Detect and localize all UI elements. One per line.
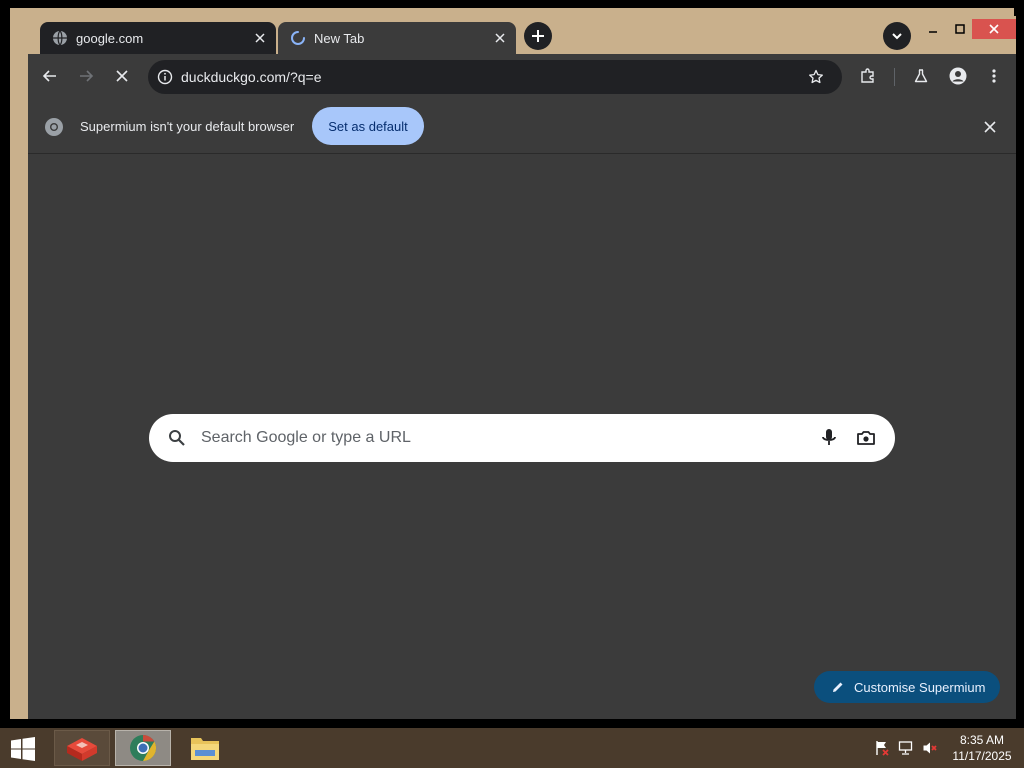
back-button[interactable]	[36, 62, 64, 90]
more-vert-icon	[992, 69, 996, 83]
taskbar: 8:35 AM 11/17/2025	[0, 728, 1024, 768]
loading-spinner-icon	[290, 30, 306, 46]
action-center-flag-icon[interactable]	[872, 738, 892, 758]
tab-title: New Tab	[314, 30, 365, 46]
supermium-logo-icon	[130, 734, 157, 762]
default-browser-infobar: Supermium isn't your default browser Set…	[28, 100, 1016, 154]
tab-strip: google.com New Tab	[28, 16, 1016, 54]
avatar-icon	[949, 67, 967, 85]
bookmark-star-icon[interactable]	[804, 65, 828, 89]
maximize-icon	[955, 24, 965, 34]
menu-button[interactable]	[980, 62, 1008, 90]
labs-button[interactable]	[907, 62, 935, 90]
clock-date: 11/17/2025	[952, 749, 1012, 763]
tab-title: google.com	[76, 30, 144, 46]
new-tab-page: Customise Supermium	[28, 154, 1016, 719]
pencil-icon	[830, 679, 846, 695]
puzzle-icon	[861, 68, 874, 83]
forward-button[interactable]	[72, 62, 100, 90]
close-tab-icon[interactable]	[250, 28, 270, 48]
customise-label: Customise Supermium	[854, 679, 986, 695]
set-as-default-button[interactable]: Set as default	[312, 107, 424, 145]
windows-logo-icon	[11, 737, 35, 761]
taskbar-app-1[interactable]	[54, 730, 110, 766]
profile-button[interactable]	[944, 62, 972, 90]
address-bar[interactable]: duckduckgo.com/?q=e	[148, 60, 842, 94]
site-info-icon[interactable]	[154, 66, 176, 88]
minimize-button[interactable]	[921, 19, 945, 39]
start-button[interactable]	[8, 736, 38, 762]
close-icon[interactable]	[979, 116, 1001, 138]
tab-google[interactable]: google.com	[40, 22, 276, 54]
customise-button[interactable]: Customise Supermium	[814, 671, 1000, 703]
search-box[interactable]	[149, 414, 895, 462]
plus-icon	[532, 30, 544, 42]
network-icon[interactable]	[896, 738, 916, 758]
browser-window-frame: google.com New Tab duckduckgo.com/?q=e S…	[10, 8, 1016, 719]
red-box-app-icon	[67, 738, 97, 761]
stop-loading-button[interactable]	[108, 62, 136, 90]
flask-icon	[914, 69, 928, 83]
globe-icon	[52, 30, 68, 46]
browser-toolbar: duckduckgo.com/?q=e	[28, 54, 1016, 100]
volume-muted-icon[interactable]	[920, 738, 940, 758]
address-bar-url[interactable]: duckduckgo.com/?q=e	[181, 69, 321, 85]
folder-icon	[191, 738, 219, 760]
extensions-button[interactable]	[854, 62, 882, 90]
chevron-down-icon	[892, 33, 902, 40]
maximize-button[interactable]	[948, 19, 972, 39]
infobar-message: Supermium isn't your default browser	[80, 119, 295, 134]
stop-icon	[116, 70, 128, 82]
search-input[interactable]	[201, 425, 761, 451]
taskbar-browser-app[interactable]	[115, 730, 171, 766]
chromium-logo-icon	[43, 116, 65, 138]
microphone-icon[interactable]	[817, 426, 841, 450]
close-icon	[989, 24, 999, 34]
clock-time: 8:35 AM	[959, 733, 1005, 747]
camera-search-icon[interactable]	[854, 426, 878, 450]
arrow-left-icon	[42, 70, 56, 82]
taskbar-file-explorer[interactable]	[177, 730, 233, 766]
minimize-icon	[929, 31, 937, 33]
close-tab-icon[interactable]	[490, 28, 510, 48]
tab-search-button[interactable]	[883, 22, 911, 50]
window-close-button[interactable]	[972, 19, 1016, 39]
search-icon	[167, 428, 187, 448]
arrow-right-icon	[80, 70, 94, 82]
system-clock[interactable]: 8:35 AM 11/17/2025	[944, 732, 1020, 764]
browser-window: google.com New Tab duckduckgo.com/?q=e S…	[28, 16, 1016, 719]
new-tab-button[interactable]	[524, 22, 552, 50]
tab-new-tab[interactable]: New Tab	[278, 22, 516, 54]
toolbar-divider	[894, 68, 895, 86]
